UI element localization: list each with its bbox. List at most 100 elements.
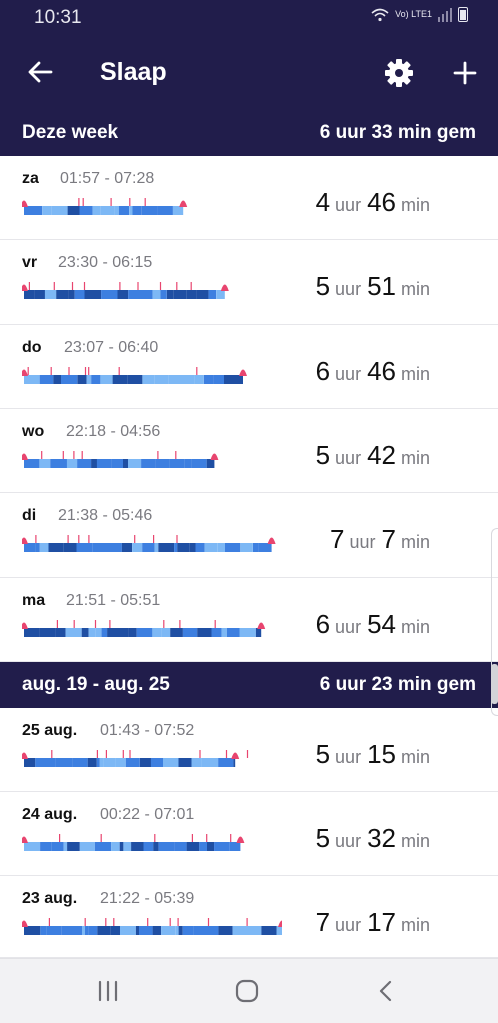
- awake-tick: [94, 620, 97, 628]
- home-icon: [235, 979, 259, 1003]
- sleep-stage-segment: [24, 459, 40, 468]
- hours-value: 5: [315, 271, 331, 301]
- home-button[interactable]: [227, 973, 267, 1009]
- day-row[interactable]: wo 22:18 - 04:56 5 uur 42 min: [0, 409, 498, 493]
- sleep-stage-segment: [91, 375, 101, 384]
- sleep-stage-segment: [84, 290, 102, 299]
- settings-button[interactable]: [380, 54, 418, 92]
- sleep-stage-segment: [196, 290, 209, 299]
- minutes-unit: min: [400, 364, 430, 384]
- sleep-stage-segment: [53, 375, 61, 384]
- sleep-stage-segment: [79, 842, 95, 851]
- awake-marker: [236, 836, 245, 843]
- sleep-stage-segment: [218, 926, 233, 935]
- sleep-stage-segment: [55, 758, 73, 767]
- sleep-stage-segment: [160, 290, 167, 299]
- time-range: 23:30 - 06:15: [58, 254, 153, 271]
- sleep-duration: 4 uur 46 min: [316, 187, 430, 218]
- back-button[interactable]: [22, 54, 58, 90]
- sleep-stage-segment: [110, 926, 120, 935]
- awake-tick: [207, 918, 210, 926]
- awake-tick: [100, 834, 102, 842]
- sleep-stage-segment: [47, 926, 62, 935]
- minutes-value: 7: [381, 524, 396, 554]
- minutes-value: 17: [367, 907, 396, 937]
- awake-marker: [22, 537, 28, 544]
- sleep-stage-segment: [139, 758, 151, 767]
- sleep-stages-graph: [22, 198, 188, 215]
- sleep-stage-segment: [184, 459, 192, 468]
- sleep-stage-segment: [24, 543, 36, 552]
- sleep-stage-segment: [201, 758, 219, 767]
- hours-unit: uur: [335, 617, 362, 637]
- sleep-stages-graph: [22, 620, 266, 637]
- hours-value: 7: [330, 524, 345, 554]
- sleep-stage-segment: [217, 543, 226, 552]
- sleep-stage-segment: [89, 926, 98, 935]
- week-average: 6 uur 23 min gem: [319, 674, 476, 695]
- sleep-stage-segment: [152, 926, 162, 935]
- sleep-stage-segment: [99, 758, 104, 767]
- sleep-stage-segment: [92, 206, 101, 215]
- day-row[interactable]: do 23:07 - 06:40 6 uur 46 min: [0, 325, 498, 409]
- sleep-stage-segment: [101, 290, 118, 299]
- awake-tick: [179, 620, 181, 628]
- sleep-stage-segment: [177, 543, 190, 552]
- sleep-stage-segment: [112, 375, 128, 384]
- awake-tick: [67, 535, 69, 543]
- add-button[interactable]: [446, 54, 484, 92]
- sleep-stages-graph: [22, 918, 282, 935]
- sleep-duration: 6 uur 46 min: [316, 356, 430, 387]
- sleep-stage-segment: [88, 628, 96, 637]
- awake-tick: [190, 282, 192, 290]
- awake-tick: [105, 750, 107, 758]
- sleep-stage-segment: [82, 926, 85, 935]
- battery-icon: [458, 7, 468, 22]
- scrollbar-thumb[interactable]: [491, 664, 498, 704]
- day-row[interactable]: di 21:38 - 05:46 7 uur 7 min: [0, 493, 498, 578]
- time-range: 23:07 - 06:40: [64, 339, 159, 356]
- day-row[interactable]: 25 aug. 01:43 - 07:52 5 uur 15 min: [0, 708, 498, 792]
- sleep-stage-segment: [166, 290, 174, 299]
- awake-tick: [191, 834, 193, 842]
- awake-tick: [230, 834, 232, 842]
- minutes-unit: min: [400, 617, 430, 637]
- day-row[interactable]: 23 aug. 21:22 - 05:39 7 uur 17 min: [0, 876, 498, 958]
- sleep-stage-segment: [119, 842, 124, 851]
- sleep-stage-segment: [65, 628, 82, 637]
- day-label: ma: [22, 592, 46, 609]
- sleep-stage-segment: [186, 842, 200, 851]
- week-average: 6 uur 33 min gem: [319, 122, 476, 143]
- system-back-button[interactable]: [366, 973, 406, 1009]
- sleep-stage-segment: [44, 290, 57, 299]
- sleep-stage-segment: [97, 926, 111, 935]
- sleep-stage-segment: [225, 543, 241, 552]
- sleep-stage-segment: [174, 842, 187, 851]
- sleep-stage-segment: [77, 375, 87, 384]
- sleep-stage-segment: [136, 628, 153, 637]
- awake-tick: [246, 918, 248, 926]
- day-row[interactable]: za 01:57 - 07:28 4 uur 46 min: [0, 156, 498, 240]
- sleep-stage-segment: [168, 375, 181, 384]
- sleep-stage-segment: [195, 543, 205, 552]
- awake-marker: [22, 752, 28, 759]
- sleep-stage-segment: [152, 628, 162, 637]
- day-row[interactable]: ma 21:51 - 05:51 6 uur 54 min: [0, 578, 498, 662]
- sleep-stage-segment: [74, 290, 85, 299]
- sleep-stage-segment: [208, 290, 217, 299]
- sleep-stage-segment: [81, 628, 89, 637]
- sleep-stage-segment: [204, 543, 218, 552]
- recent-apps-button[interactable]: [88, 973, 128, 1009]
- sleep-stages-graph: [22, 367, 247, 384]
- day-label: za: [22, 170, 39, 187]
- time-range: 21:38 - 05:46: [58, 507, 153, 524]
- awake-tick: [28, 282, 30, 290]
- day-row[interactable]: vr 23:30 - 06:15 5 uur 51 min: [0, 240, 498, 325]
- sleep-stage-segment: [66, 926, 82, 935]
- sleep-stage-segment: [150, 758, 163, 767]
- awake-tick: [176, 535, 178, 543]
- sleep-stage-segment: [30, 206, 43, 215]
- sleep-stage-segment: [163, 758, 179, 767]
- day-row[interactable]: 24 aug. 00:22 - 07:01 5 uur 32 min: [0, 792, 498, 876]
- time-range: 21:51 - 05:51: [66, 592, 161, 609]
